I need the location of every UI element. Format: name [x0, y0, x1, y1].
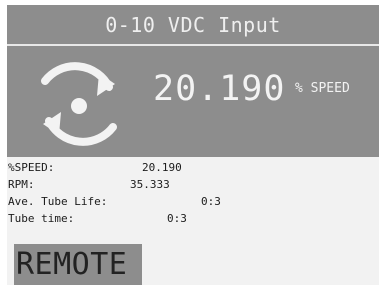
stat-value-rpm: 35.333: [130, 178, 170, 191]
stat-label-tube-time: Tube time:: [8, 212, 75, 225]
speed-unit: % SPEED: [295, 81, 350, 96]
stat-value-ave-tube-life: 0:3: [201, 195, 221, 208]
speed-value: 20.190: [153, 69, 286, 109]
stat-value-speed: 20.190: [142, 161, 182, 174]
screen-title: 0-10 VDC Input: [105, 13, 281, 37]
vdc-input-screen: 0-10 VDC Input 20.190 % SPEED %SPEED: 20…: [7, 5, 379, 285]
speed-panel: 20.190 % SPEED: [7, 46, 379, 157]
rotation-arrows-icon: [41, 62, 117, 146]
remote-mode-label: REMOTE: [16, 247, 128, 282]
stat-label-rpm: RPM:: [8, 178, 35, 191]
stats-list: %SPEED: 20.190 RPM: 35.333 Ave. Tube Lif…: [7, 157, 379, 243]
stat-value-tube-time: 0:3: [167, 212, 187, 225]
stat-label-speed: %SPEED:: [8, 161, 55, 174]
remote-mode-indicator[interactable]: REMOTE: [14, 244, 142, 285]
stat-label-ave-tube-life: Ave. Tube Life:: [8, 195, 108, 208]
title-bar: 0-10 VDC Input: [7, 5, 379, 46]
